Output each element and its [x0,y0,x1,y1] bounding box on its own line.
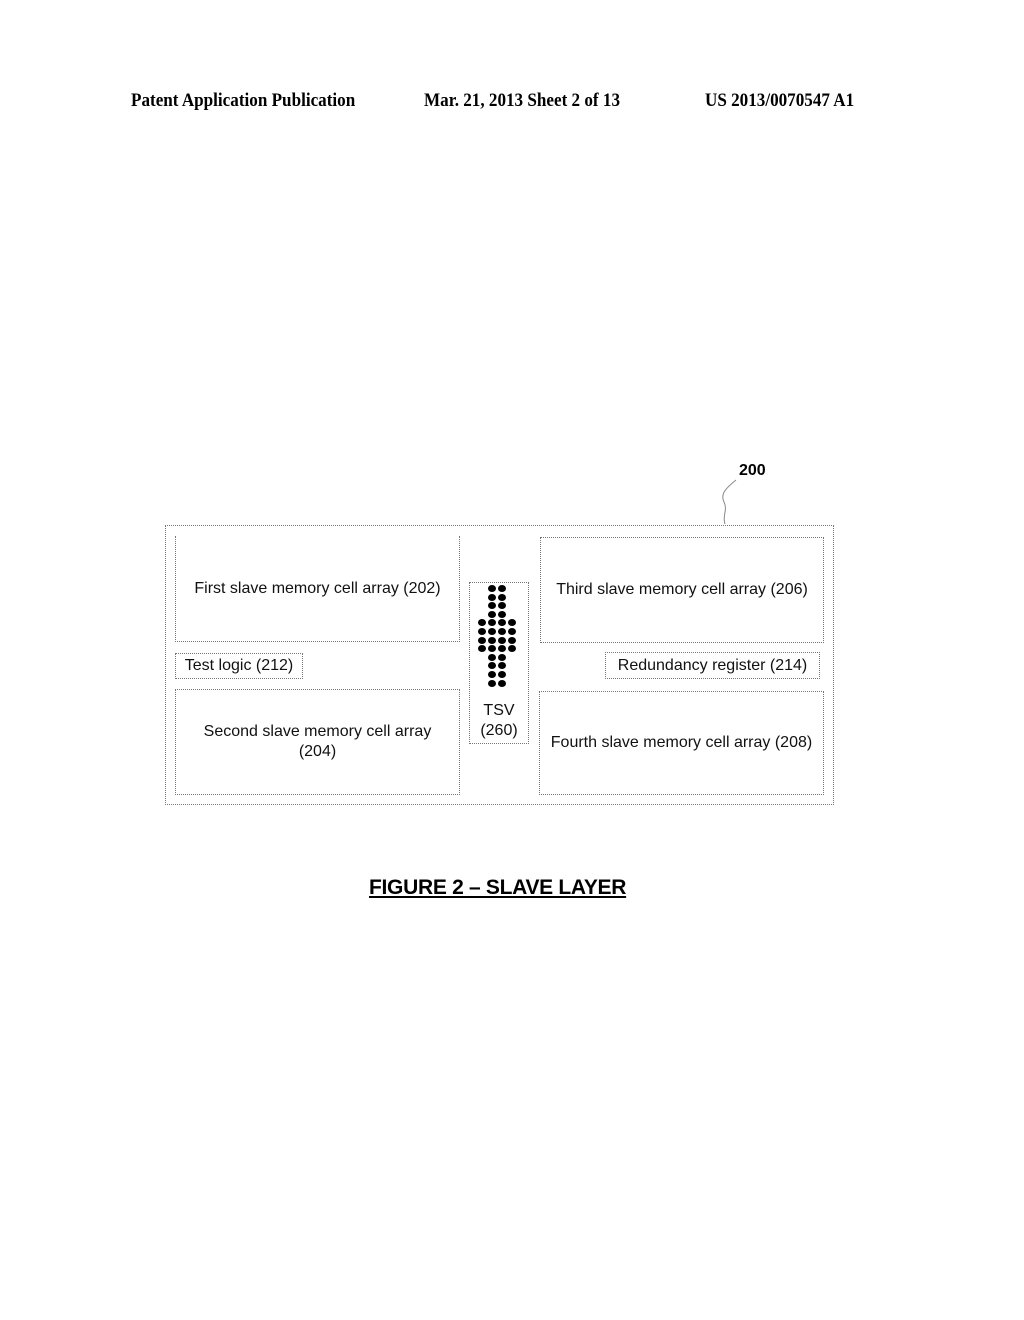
header-publication: Patent Application Publication [131,90,356,111]
tsv-dot [508,636,516,644]
second-slave-memory-cell-array: Second slave memory cell array (204) [175,689,460,795]
first-array-label: First slave memory cell array (202) [194,579,441,597]
header-patent-number: US 2013/0070547 A1 [705,90,855,111]
tsv-dot [498,671,506,678]
tsv-dot [498,585,506,592]
figure-caption: FIGURE 2 – SLAVE LAYER [369,876,627,899]
third-array-label: Third slave memory cell array (206) [556,581,808,598]
leader-line [722,479,737,525]
tsv-label-line1: TSV [483,702,515,719]
header-date-sheet: Mar. 21, 2013 Sheet 2 of 13 [424,90,621,111]
figure-reference-number: 200 [739,462,766,479]
tsv-dot [508,628,516,635]
second-array-label-line2: (204) [298,743,337,760]
test-logic-block: Test logic (212) [175,653,303,679]
tsv-dot [498,628,506,635]
tsv-dot [498,636,506,644]
redundancy-register-label: Redundancy register (214) [617,656,808,674]
tsv-dot [488,593,496,601]
tsv-dot [488,628,496,635]
tsv-dot [498,679,506,687]
second-array-label-line1: Second slave memory cell array [203,723,432,740]
tsv-dot [488,671,496,678]
tsv-dot [488,653,496,661]
tsv-dot [498,610,506,618]
tsv-dot [488,585,496,592]
tsv-label-line2: (260) [480,722,518,739]
tsv-dot [478,628,486,635]
third-slave-memory-cell-array: Third slave memory cell array (206) [540,537,824,643]
tsv-dot [488,679,496,687]
tsv-dot [498,653,506,661]
redundancy-register-block: Redundancy register (214) [605,652,820,679]
test-logic-label: Test logic (212) [184,657,294,674]
tsv-dot [488,610,496,618]
tsv-dot [488,636,496,644]
fourth-array-label: Fourth slave memory cell array (208) [550,734,813,751]
tsv-dot [498,593,506,601]
fourth-slave-memory-cell-array: Fourth slave memory cell array (208) [539,691,824,795]
first-slave-memory-cell-array: First slave memory cell array (202) [175,536,460,642]
tsv-dot [478,636,486,644]
